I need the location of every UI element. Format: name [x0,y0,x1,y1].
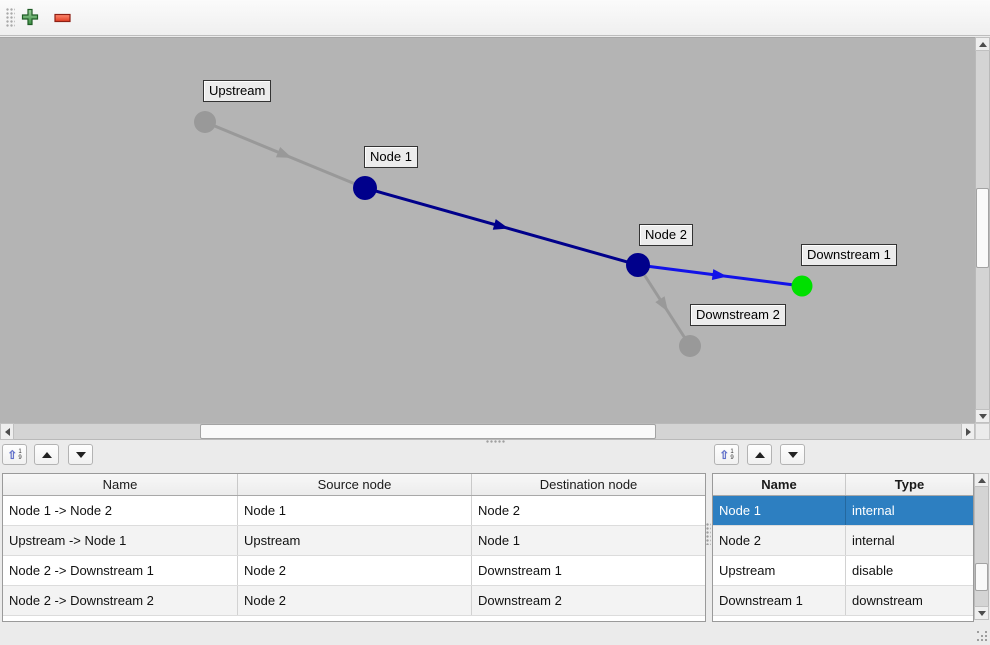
horizontal-splitter-handle[interactable] [486,440,506,444]
main-toolbar [0,0,990,36]
arrow-right-icon [966,428,971,436]
column-header[interactable]: Type [846,474,973,495]
graph-svg [0,38,975,423]
column-header[interactable]: Name [3,474,238,495]
table-row[interactable]: Node 1 -> Node 2Node 1Node 2 [3,496,705,526]
table-row[interactable]: Node 2 -> Downstream 1Node 2Downstream 1 [3,556,705,586]
edges-table: NameSource nodeDestination node Node 1 -… [2,473,706,622]
edge-arrow-icon [493,219,509,230]
edge-arrow-icon [276,147,292,158]
edges-table-body: Node 1 -> Node 2Node 1Node 2Upstream -> … [3,496,705,616]
column-header[interactable]: Name [713,474,846,495]
column-header[interactable]: Source node [238,474,472,495]
nodes-table-header: NameType [713,474,973,496]
table-cell: Node 1 [472,526,705,555]
add-node-button[interactable] [17,6,43,30]
nodes-table-scroll-down-button[interactable] [974,606,989,620]
table-cell: Node 2 -> Downstream 1 [3,556,238,585]
application-window: UpstreamNode 1Node 2Downstream 1Downstre… [0,0,990,645]
remove-node-button[interactable] [50,6,76,30]
toolbar-grip-handle[interactable] [6,8,15,28]
table-cell: internal [846,526,973,555]
triangle-down-icon [788,452,798,458]
table-row[interactable]: Upstream -> Node 1UpstreamNode 1 [3,526,705,556]
nodes-table-scroll-thumb[interactable] [975,563,988,591]
canvas-vertical-scroll-thumb[interactable] [976,188,989,268]
table-cell: Upstream [713,556,846,585]
nodes-table: NameType Node 1internalNode 2internalUps… [712,473,974,622]
minus-icon [54,11,72,26]
nodes-move-up-button[interactable] [747,444,772,465]
table-cell: Node 2 -> Downstream 2 [3,586,238,615]
table-cell: internal [846,496,973,525]
plus-icon [21,8,39,29]
nodes-table-scrollbar[interactable] [974,473,989,620]
window-resize-grip[interactable] [977,631,979,633]
table-row[interactable]: Node 2 -> Downstream 2Node 2Downstream 2 [3,586,705,616]
nodes-table-scroll-up-button[interactable] [974,473,989,487]
canvas-scroll-right-button[interactable] [961,423,975,440]
column-header[interactable]: Destination node [472,474,705,495]
sort-ascending-icon: ⇧ [719,449,733,461]
canvas-scroll-left-button[interactable] [0,423,14,440]
canvas-horizontal-scroll-thumb[interactable] [200,424,656,439]
edge-arrow-icon [712,269,728,280]
graph-node[interactable] [353,176,377,200]
graph-canvas[interactable]: UpstreamNode 1Node 2Downstream 1Downstre… [0,37,975,423]
edges-move-up-button[interactable] [34,444,59,465]
table-row[interactable]: Downstream 1downstream [713,586,973,616]
scrollbar-corner [975,423,990,440]
table-cell: downstream [846,586,973,615]
table-cell: Node 2 [238,556,472,585]
triangle-up-icon [755,452,765,458]
nodes-sort-button[interactable]: ⇧ [714,444,739,465]
table-cell: Downstream 1 [472,556,705,585]
graph-node[interactable] [194,111,216,133]
triangle-up-icon [42,452,52,458]
triangle-down-icon [76,452,86,458]
arrow-left-icon [5,428,10,436]
table-cell: disable [846,556,973,585]
graph-node[interactable] [792,276,813,297]
canvas-scroll-up-button[interactable] [975,37,990,51]
arrow-up-icon [978,478,986,483]
nodes-move-down-button[interactable] [780,444,805,465]
vertical-splitter-handle[interactable] [706,523,711,545]
table-row[interactable]: Node 1internal [713,496,973,526]
table-cell: Upstream [238,526,472,555]
table-cell: Downstream 2 [472,586,705,615]
arrow-up-icon [979,42,987,47]
table-cell: Node 1 [713,496,846,525]
edges-move-down-button[interactable] [68,444,93,465]
edges-table-header: NameSource nodeDestination node [3,474,705,496]
table-cell: Node 2 [238,586,472,615]
arrow-down-icon [979,414,987,419]
graph-node[interactable] [626,253,650,277]
table-cell: Node 1 -> Node 2 [3,496,238,525]
arrow-down-icon [978,611,986,616]
graph-node[interactable] [679,335,701,357]
edges-sort-button[interactable]: ⇧ [2,444,27,465]
table-cell: Upstream -> Node 1 [3,526,238,555]
table-row[interactable]: Node 2internal [713,526,973,556]
table-cell: Node 1 [238,496,472,525]
canvas-scroll-down-button[interactable] [975,409,990,423]
nodes-table-body: Node 1internalNode 2internalUpstreamdisa… [713,496,973,616]
status-bar [0,625,990,645]
table-cell: Node 2 [713,526,846,555]
edge-arrow-icon [655,296,668,312]
sort-ascending-icon: ⇧ [7,449,21,461]
table-row[interactable]: Upstreamdisable [713,556,973,586]
table-cell: Downstream 1 [713,586,846,615]
table-cell: Node 2 [472,496,705,525]
